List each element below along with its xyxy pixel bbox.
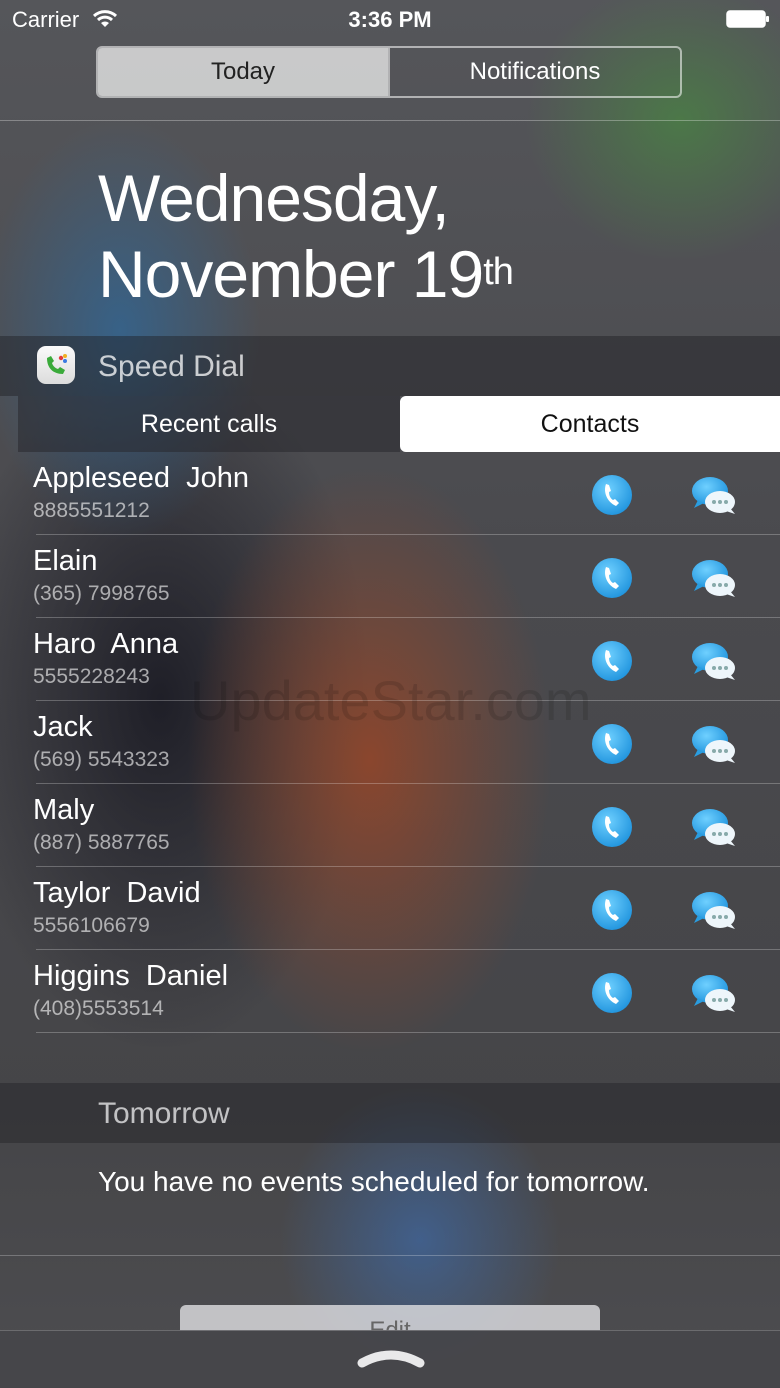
speed-dial-widget-header[interactable]: Speed Dial [0,336,780,396]
contact-phone: (887) 5887765 [33,831,170,854]
grabber-handle-icon[interactable] [356,1345,426,1371]
date-heading: Wednesday, November 19th [98,160,514,312]
no-events-message: You have no events scheduled for tomorro… [98,1166,650,1197]
contact-name: Maly [33,794,95,826]
divider [0,120,780,121]
contact-phone: 5556106679 [33,914,150,937]
row-separator [36,1032,780,1033]
contact-row[interactable]: Taylor David 5556106679 [0,867,780,950]
tab-notifications[interactable]: Notifications [388,48,680,96]
watermark: UpdateStar.com [190,669,592,732]
date-day: November 19 [98,237,484,311]
tab-contacts[interactable]: Contacts [400,396,780,452]
contact-row[interactable]: Appleseed John 8885551212 [0,452,780,535]
edit-button[interactable]: Edit [180,1305,600,1331]
contact-phone: 5555228243 [33,665,150,688]
contact-row[interactable]: Higgins Daniel (408)5553514 [0,950,780,1033]
today-notifications-switcher: Today Notifications [96,46,682,98]
message-icon[interactable] [690,806,738,850]
contact-name: Appleseed John [33,462,250,494]
contact-name: Haro Anna [33,628,179,660]
contact-row[interactable]: Elain (365) 7998765 [0,535,780,618]
bottom-grabber-bar[interactable] [0,1330,780,1388]
phone-app-icon [37,346,75,384]
call-icon[interactable] [591,806,633,848]
contacts-list: Appleseed John 8885551212 Elain (365) 79987… [0,452,780,1033]
call-icon[interactable] [591,889,633,931]
message-icon[interactable] [690,640,738,684]
call-icon[interactable] [591,557,633,599]
call-icon[interactable] [591,723,633,765]
contact-row[interactable]: Maly (887) 5887765 [0,784,780,867]
tomorrow-section-header: Tomorrow [0,1083,780,1143]
contact-phone: (569) 5543323 [33,748,170,771]
contact-phone: (365) 7998765 [33,582,170,605]
date-ordinal-suffix: th [483,251,514,293]
edit-button-label: Edit [369,1317,411,1331]
message-icon[interactable] [690,474,738,518]
tab-today[interactable]: Today [98,48,388,96]
date-month-day: November 19th [98,236,514,312]
tab-recent-calls[interactable]: Recent calls [18,396,400,452]
contact-name: Higgins Daniel [33,960,229,992]
status-bar: Carrier 3:36 PM [0,0,780,40]
call-icon[interactable] [591,474,633,516]
battery-icon [726,10,769,28]
message-icon[interactable] [690,557,738,601]
call-icon[interactable] [591,640,633,682]
divider [0,1255,780,1256]
contact-name: Taylor David [33,877,201,909]
contact-phone: (408)5553514 [33,997,164,1020]
message-icon[interactable] [690,723,738,767]
tomorrow-label: Tomorrow [98,1097,230,1130]
widget-title: Speed Dial [98,350,245,383]
speed-dial-tabs: Recent calls Contacts [18,396,780,452]
contact-name: Elain [33,545,98,577]
message-icon[interactable] [690,972,738,1016]
status-time: 3:36 PM [348,7,432,32]
contact-name: Jack [33,711,93,743]
contact-phone: 8885551212 [33,499,150,522]
message-icon[interactable] [690,889,738,933]
call-icon[interactable] [591,972,633,1014]
date-weekday: Wednesday, [98,161,450,235]
